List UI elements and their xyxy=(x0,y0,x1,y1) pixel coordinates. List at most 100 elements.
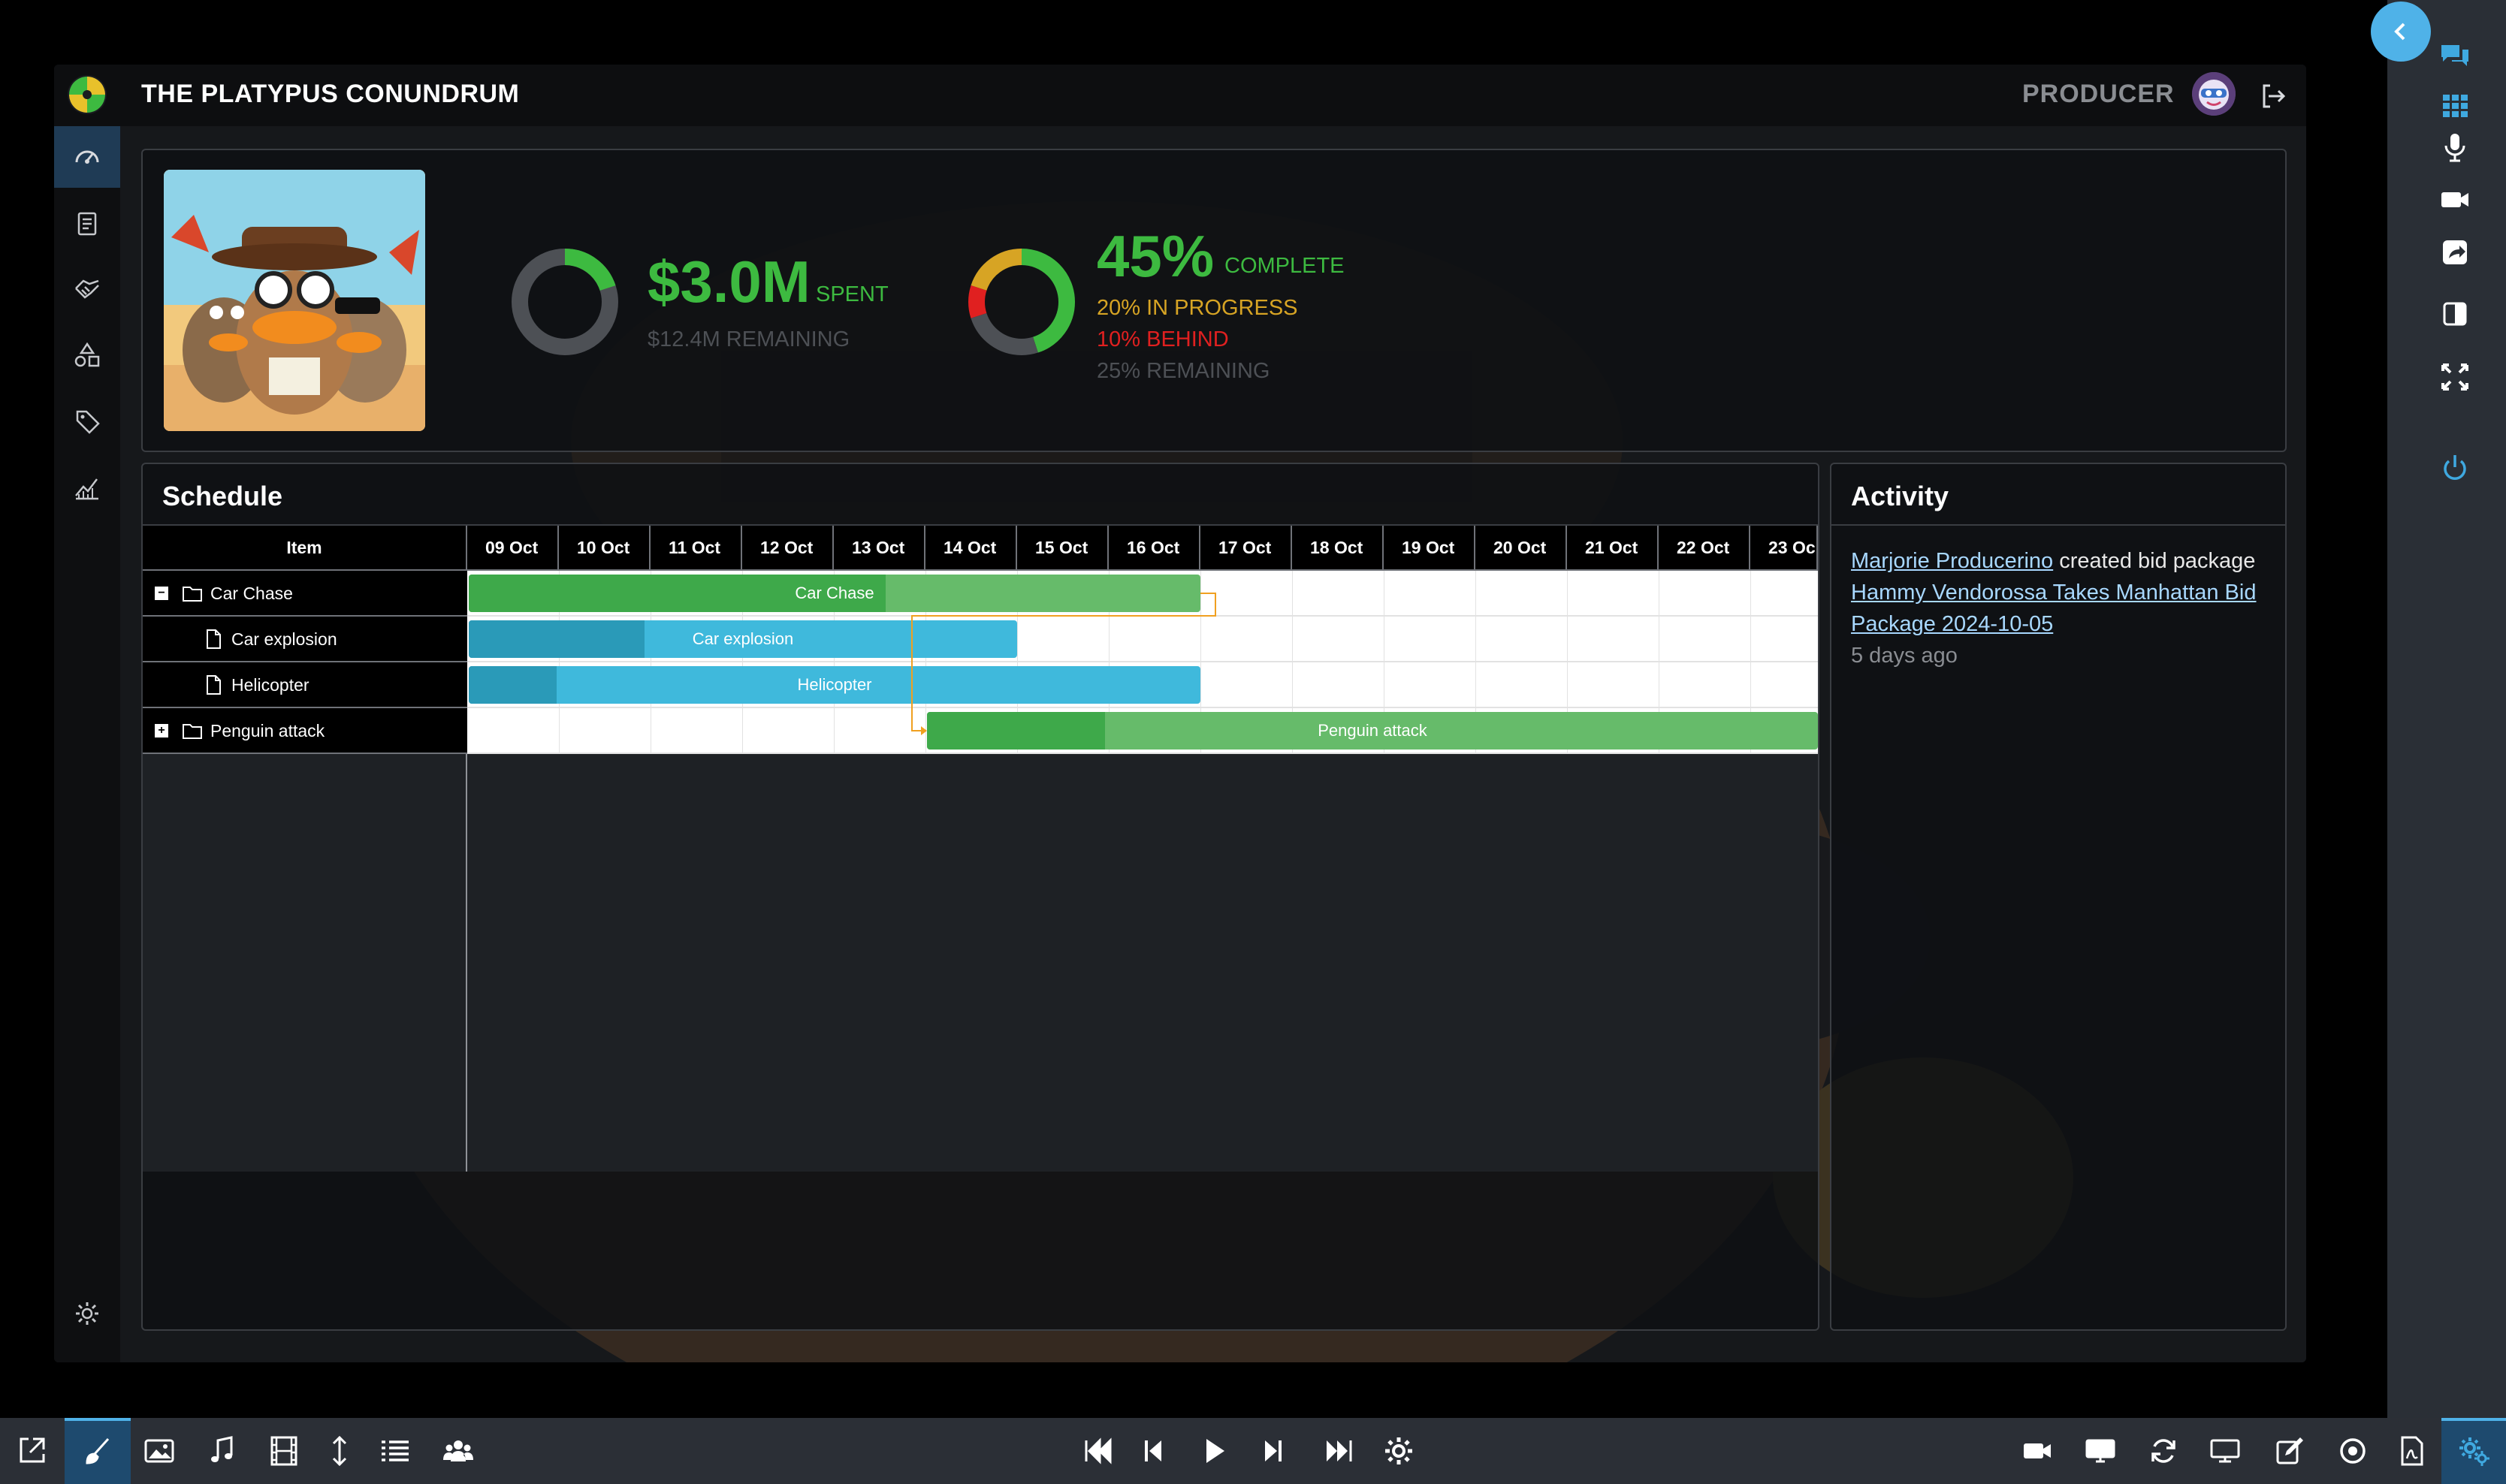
users-icon[interactable] xyxy=(442,1434,475,1467)
file-icon xyxy=(207,629,221,649)
sidebar-item-dashboard[interactable] xyxy=(54,126,120,188)
app-window: THE PLATYPUS CONUNDRUM PRODUCER $3.0M SP… xyxy=(54,65,2306,1362)
video-camera-icon[interactable] xyxy=(2438,183,2471,216)
gantt-date-header: 09 Oct xyxy=(467,526,559,571)
gantt-row[interactable]: − Car Chase xyxy=(143,571,467,617)
gantt-date-header: 19 Oct xyxy=(1384,526,1475,571)
gantt-row-label: Car explosion xyxy=(231,629,337,649)
sidebar-settings[interactable] xyxy=(54,1283,120,1344)
gantt-chart: Item 09 Oct 10 Oct 11 Oct 12 Oct 13 Oct 14 Oc… xyxy=(143,526,1818,1172)
external-link-icon[interactable] xyxy=(15,1434,48,1467)
app-title: THE PLATYPUS CONUNDRUM xyxy=(141,80,520,108)
activity-target-link[interactable]: Hammy Vendorossa Takes Manhattan Bid Pac… xyxy=(1851,581,2256,636)
gantt-task-bar[interactable]: Car explosion xyxy=(469,620,1017,658)
gantt-task-bar[interactable]: Helicopter xyxy=(469,666,1200,704)
folder-icon xyxy=(183,587,202,602)
gear-icon xyxy=(76,1302,98,1325)
microphone-icon[interactable] xyxy=(2438,131,2471,164)
skip-end-icon[interactable] xyxy=(1322,1434,1355,1467)
skip-start-icon[interactable] xyxy=(1082,1434,1115,1467)
schedule-title: Schedule xyxy=(162,481,283,511)
sidebar-item-budget[interactable] xyxy=(54,258,120,320)
main-content: $3.0M SPENT $12.4M REMAINING 45% COMPLET… xyxy=(120,126,2306,1362)
collapse-button[interactable] xyxy=(2371,2,2431,62)
settings-icon[interactable] xyxy=(1382,1434,1415,1467)
gantt-row-label: Car Chase xyxy=(210,584,293,603)
role-label[interactable]: PRODUCER xyxy=(2022,80,2175,109)
previous-icon[interactable] xyxy=(1137,1434,1170,1467)
sidebar-item-tasks[interactable] xyxy=(54,192,120,254)
gantt-date-header: 13 Oct xyxy=(834,526,925,571)
gantt-bar-label: Car Chase xyxy=(795,584,874,602)
edit-icon[interactable] xyxy=(2273,1434,2306,1467)
gantt-row-label: Helicopter xyxy=(231,675,309,695)
handshake-icon xyxy=(75,279,99,299)
sidebar-item-tags[interactable] xyxy=(54,391,120,452)
activity-action: created bid package xyxy=(2053,549,2256,573)
chat-icon[interactable] xyxy=(2438,39,2471,72)
gantt-bar-label: Penguin attack xyxy=(1318,721,1427,740)
activity-entry: Marjorie Producerino created bid package… xyxy=(1851,545,2272,671)
project-poster[interactable] xyxy=(164,170,425,431)
schedule-panel: Schedule Item 09 Oct 10 Oct 11 Oct 12 Oct 13… xyxy=(141,463,1819,1331)
gantt-task-bar[interactable]: Penguin attack xyxy=(927,712,1818,750)
sidebar-toggle-icon[interactable] xyxy=(2438,297,2471,330)
share-screen-icon[interactable] xyxy=(2438,236,2471,269)
complete-value: 45% xyxy=(1097,223,1215,289)
gantt-row[interactable]: + Penguin attack xyxy=(143,708,467,754)
list-icon[interactable] xyxy=(379,1434,412,1467)
avatar[interactable] xyxy=(2192,72,2236,116)
gantt-date-header: 10 Oct xyxy=(559,526,651,571)
brush-icon[interactable] xyxy=(81,1434,114,1467)
activity-timestamp: 5 days ago xyxy=(1851,644,1958,668)
gantt-bar-label: Helicopter xyxy=(797,675,872,694)
top-bar: THE PLATYPUS CONUNDRUM PRODUCER xyxy=(54,65,2306,126)
sidebar-item-assets[interactable] xyxy=(54,324,120,386)
gears-icon[interactable] xyxy=(2458,1434,2491,1467)
sidebar-item-analytics[interactable] xyxy=(54,457,120,518)
spent-label: SPENT xyxy=(816,282,889,306)
gantt-row[interactable]: Helicopter xyxy=(143,662,467,708)
folder-icon xyxy=(183,724,202,739)
camera-icon[interactable] xyxy=(2021,1434,2054,1467)
next-icon[interactable] xyxy=(1256,1434,1289,1467)
power-icon[interactable] xyxy=(2438,452,2471,485)
refresh-icon[interactable] xyxy=(2147,1434,2180,1467)
gantt-date-header: 14 Oct xyxy=(925,526,1017,571)
chevron-left-icon xyxy=(2394,23,2405,41)
display-icon[interactable] xyxy=(2084,1434,2117,1467)
gantt-task-bar[interactable]: Car Chase xyxy=(469,575,1200,612)
monitor-icon[interactable] xyxy=(2209,1434,2242,1467)
collapse-toggle-icon[interactable]: − xyxy=(155,587,168,600)
gantt-date-header: 15 Oct xyxy=(1017,526,1109,571)
bottom-toolbar xyxy=(0,1418,2506,1484)
logout-icon[interactable] xyxy=(2258,81,2288,111)
grid-icon[interactable] xyxy=(2438,89,2471,122)
summary-panel: $3.0M SPENT $12.4M REMAINING 45% COMPLET… xyxy=(141,149,2287,452)
gantt-date-header: 17 Oct xyxy=(1200,526,1292,571)
activity-panel: Activity Marjorie Producerino created bi… xyxy=(1830,463,2287,1331)
tag-icon xyxy=(76,410,100,434)
expand-toggle-icon[interactable]: + xyxy=(155,724,168,737)
play-icon[interactable] xyxy=(1197,1434,1230,1467)
film-icon[interactable] xyxy=(267,1434,300,1467)
gantt-date-header: 18 Oct xyxy=(1292,526,1384,571)
vertical-resize-icon[interactable] xyxy=(323,1434,356,1467)
gantt-date-header: 11 Oct xyxy=(651,526,742,571)
file-icon xyxy=(207,675,221,695)
image-icon[interactable] xyxy=(143,1434,176,1467)
record-icon[interactable] xyxy=(2336,1434,2369,1467)
music-icon[interactable] xyxy=(206,1434,239,1467)
pdf-icon[interactable] xyxy=(2395,1434,2428,1467)
gantt-item-header: Item xyxy=(143,526,467,571)
gantt-row[interactable]: Car explosion xyxy=(143,617,467,662)
pinwheel-logo-icon[interactable] xyxy=(65,72,110,117)
fullscreen-icon[interactable] xyxy=(2438,360,2471,394)
activity-user-link[interactable]: Marjorie Producerino xyxy=(1851,549,2053,573)
gantt-date-header: 20 Oct xyxy=(1475,526,1567,571)
spent-value: $3.0M xyxy=(648,249,811,315)
gantt-bar-label: Car explosion xyxy=(692,629,794,648)
remaining-text: 25% REMAINING xyxy=(1097,359,1270,383)
clipboard-icon xyxy=(77,212,97,236)
sidebar xyxy=(54,126,120,1362)
